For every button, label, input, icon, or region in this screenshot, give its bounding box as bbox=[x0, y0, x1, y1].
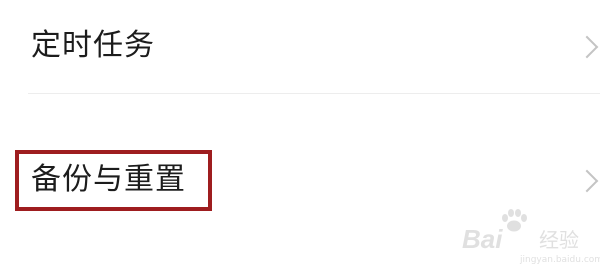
settings-item-label: 定时任务 bbox=[31, 28, 155, 63]
settings-list: 定时任务 备份与重置 bbox=[0, 0, 600, 273]
chevron-right-icon bbox=[575, 169, 599, 193]
settings-item-backup-reset[interactable]: 备份与重置 bbox=[0, 95, 600, 273]
settings-item-scheduled-tasks[interactable]: 定时任务 bbox=[0, 0, 600, 95]
settings-item-label: 备份与重置 bbox=[31, 162, 186, 197]
chevron-right-icon bbox=[575, 35, 599, 59]
divider bbox=[28, 93, 600, 94]
